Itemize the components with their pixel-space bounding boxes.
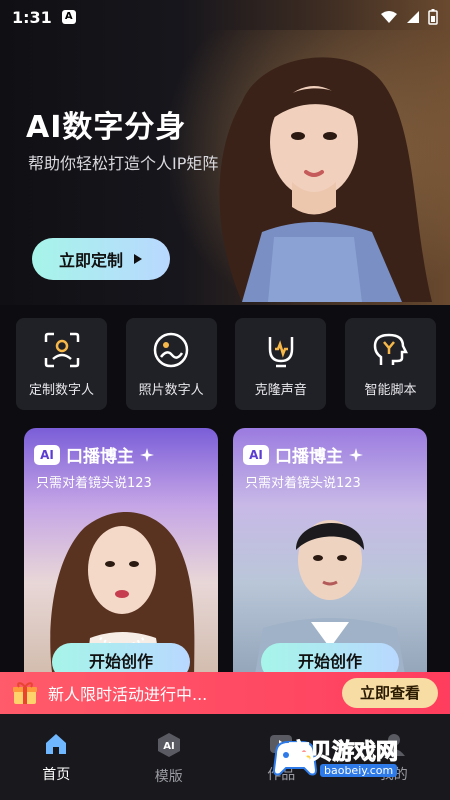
wifi-icon (381, 11, 397, 23)
card-title: 口播博主 (66, 447, 134, 467)
tool-grid: 定制数字人 照片数字人 克隆声音 智能脚本 (16, 318, 436, 410)
tab-templates[interactable]: AI 模版 (113, 714, 226, 800)
gift-icon (13, 682, 37, 704)
smart-script-icon (374, 333, 409, 365)
card-header: AI 口播博主 (243, 442, 363, 467)
template-card-female[interactable]: AI 口播博主 只需对着镜头说123 开始创作 (24, 428, 218, 686)
ai-template-icon: AI (157, 733, 180, 757)
signal-icon (407, 11, 419, 23)
battery-icon (428, 9, 438, 25)
customize-now-button[interactable]: 立即定制 (32, 238, 170, 280)
ai-badge: AI (34, 444, 60, 465)
notification-icon: A (61, 10, 76, 24)
home-icon (46, 734, 67, 754)
status-icons (380, 9, 438, 25)
customize-now-label: 立即定制 (58, 251, 123, 270)
tab-home[interactable]: 首页 (0, 714, 113, 800)
hero-subtitle: 帮助你轻松打造个人IP矩阵 (28, 154, 219, 173)
tool-label: 智能脚本 (364, 382, 417, 398)
hero-title: AI数字分身 (26, 110, 187, 145)
ai-badge: AI (243, 444, 269, 465)
hero-banner[interactable]: AI数字分身 帮助你轻松打造个人IP矩阵 立即定制 (0, 0, 450, 305)
hero-portrait-image (219, 57, 432, 302)
sparkle-icon (140, 447, 154, 462)
promo-banner[interactable]: 新人限时活动进行中... 立即查看 (0, 672, 450, 714)
tab-label: 首页 (42, 767, 71, 783)
svg-text:AI: AI (163, 741, 174, 752)
tool-custom-avatar[interactable]: 定制数字人 (16, 318, 107, 410)
promo-text: 新人限时活动进行中... (48, 685, 208, 704)
tool-label: 照片数字人 (138, 382, 204, 398)
tab-label: 模版 (154, 769, 183, 785)
status-time: 1:31 (12, 7, 52, 27)
watermark-text: 宝贝游戏网 (287, 740, 399, 766)
voice-clone-icon (268, 336, 294, 367)
card-subtitle: 只需对着镜头说123 (36, 476, 152, 491)
card-header: AI 口播博主 (34, 442, 154, 467)
card-subtitle: 只需对着镜头说123 (245, 476, 361, 491)
play-icon (134, 254, 142, 264)
view-now-button[interactable]: 立即查看 (342, 678, 438, 708)
face-scan-icon (44, 332, 79, 367)
watermark-url: baobeiy.com (320, 764, 398, 777)
card-title: 口播博主 (275, 447, 343, 467)
photo-avatar-icon (153, 332, 189, 367)
sparkle-icon (349, 447, 363, 462)
tool-photo-avatar[interactable]: 照片数字人 (125, 318, 217, 410)
template-card-male[interactable]: AI 口播博主 只需对着镜头说123 开始创作 (233, 428, 427, 686)
tool-voice-clone[interactable]: 克隆声音 (235, 318, 327, 410)
status-bar: 1:31 A (0, 0, 450, 34)
tool-smart-script[interactable]: 智能脚本 (344, 318, 436, 410)
tool-label: 克隆声音 (254, 382, 307, 398)
tool-label: 定制数字人 (28, 382, 94, 398)
